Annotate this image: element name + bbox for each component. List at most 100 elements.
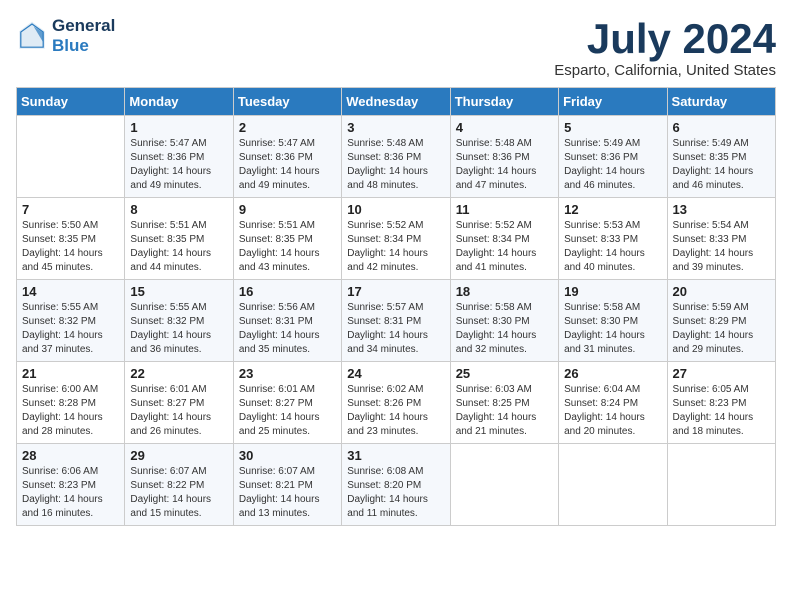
calendar-cell: 1 Sunrise: 5:47 AM Sunset: 8:36 PM Daylig… bbox=[125, 116, 233, 198]
day-number: 12 bbox=[564, 202, 661, 217]
calendar-cell: 28Sunrise: 6:06 AM Sunset: 8:23 PM Dayli… bbox=[17, 444, 125, 526]
calendar-cell: 23 Sunrise: 6:01 AM Sunset: 8:27 PM Dayli… bbox=[233, 362, 341, 444]
logo-text: General Blue bbox=[52, 16, 115, 55]
logo: General Blue bbox=[16, 16, 115, 55]
calendar-cell: 26Sunrise: 6:04 AM Sunset: 8:24 PM Dayli… bbox=[559, 362, 667, 444]
calendar-cell: 19 Sunrise: 5:58 AM Sunset: 8:30 PM Dayli… bbox=[559, 280, 667, 362]
calendar-cell: 9 Sunrise: 5:51 AM Sunset: 8:35 PM Daylig… bbox=[233, 198, 341, 280]
day-number: 15 bbox=[130, 284, 227, 299]
calendar-cell bbox=[17, 116, 125, 198]
calendar-cell: 11 Sunrise: 5:52 AM Sunset: 8:34 PM Dayli… bbox=[450, 198, 558, 280]
day-number: 18 bbox=[456, 284, 553, 299]
week-row-1: 1 Sunrise: 5:47 AM Sunset: 8:36 PM Daylig… bbox=[17, 116, 776, 198]
subtitle: Esparto, California, United States bbox=[554, 62, 776, 79]
day-number: 1 bbox=[130, 120, 227, 135]
column-header-thursday: Thursday bbox=[450, 88, 558, 116]
calendar-table: SundayMondayTuesdayWednesdayThursdayFrid… bbox=[16, 87, 776, 526]
day-info: Sunrise: 5:50 AM Sunset: 8:35 PM Dayligh… bbox=[22, 219, 119, 275]
calendar-cell: 24Sunrise: 6:02 AM Sunset: 8:26 PM Dayli… bbox=[342, 362, 450, 444]
day-number: 27 bbox=[673, 366, 770, 381]
day-info: Sunrise: 5:58 AM Sunset: 8:30 PM Dayligh… bbox=[564, 301, 661, 357]
day-info: Sunrise: 5:55 AM Sunset: 8:32 PM Dayligh… bbox=[130, 301, 227, 357]
calendar-cell: 25Sunrise: 6:03 AM Sunset: 8:25 PM Dayli… bbox=[450, 362, 558, 444]
day-number: 2 bbox=[239, 120, 336, 135]
day-info: Sunrise: 6:08 AM Sunset: 8:20 PM Dayligh… bbox=[347, 465, 444, 521]
calendar-cell: 29 Sunrise: 6:07 AM Sunset: 8:22 PM Dayli… bbox=[125, 444, 233, 526]
day-number: 5 bbox=[564, 120, 661, 135]
day-info: Sunrise: 5:49 AM Sunset: 8:36 PM Dayligh… bbox=[564, 137, 661, 193]
calendar-cell: 15 Sunrise: 5:55 AM Sunset: 8:32 PM Dayli… bbox=[125, 280, 233, 362]
calendar-cell: 8 Sunrise: 5:51 AM Sunset: 8:35 PM Daylig… bbox=[125, 198, 233, 280]
day-number: 31 bbox=[347, 448, 444, 463]
day-info: Sunrise: 5:58 AM Sunset: 8:30 PM Dayligh… bbox=[456, 301, 553, 357]
day-number: 11 bbox=[456, 202, 553, 217]
column-header-tuesday: Tuesday bbox=[233, 88, 341, 116]
day-number: 7 bbox=[22, 202, 119, 217]
column-header-wednesday: Wednesday bbox=[342, 88, 450, 116]
month-title: July 2024 bbox=[554, 16, 776, 62]
day-info: Sunrise: 6:07 AM Sunset: 8:21 PM Dayligh… bbox=[239, 465, 336, 521]
day-info: Sunrise: 5:54 AM Sunset: 8:33 PM Dayligh… bbox=[673, 219, 770, 275]
day-number: 20 bbox=[673, 284, 770, 299]
day-info: Sunrise: 5:48 AM Sunset: 8:36 PM Dayligh… bbox=[347, 137, 444, 193]
day-number: 24 bbox=[347, 366, 444, 381]
day-info: Sunrise: 5:48 AM Sunset: 8:36 PM Dayligh… bbox=[456, 137, 553, 193]
title-area: July 2024 Esparto, California, United St… bbox=[554, 16, 776, 79]
day-info: Sunrise: 5:57 AM Sunset: 8:31 PM Dayligh… bbox=[347, 301, 444, 357]
calendar-cell bbox=[450, 444, 558, 526]
calendar-cell: 13 Sunrise: 5:54 AM Sunset: 8:33 PM Dayli… bbox=[667, 198, 775, 280]
logo-icon bbox=[16, 20, 48, 52]
calendar-cell: 6Sunrise: 5:49 AM Sunset: 8:35 PM Daylig… bbox=[667, 116, 775, 198]
day-number: 9 bbox=[239, 202, 336, 217]
day-info: Sunrise: 6:01 AM Sunset: 8:27 PM Dayligh… bbox=[239, 383, 336, 439]
day-info: Sunrise: 5:59 AM Sunset: 8:29 PM Dayligh… bbox=[673, 301, 770, 357]
calendar-cell: 14Sunrise: 5:55 AM Sunset: 8:32 PM Dayli… bbox=[17, 280, 125, 362]
day-info: Sunrise: 5:47 AM Sunset: 8:36 PM Dayligh… bbox=[239, 137, 336, 193]
day-number: 29 bbox=[130, 448, 227, 463]
day-number: 22 bbox=[130, 366, 227, 381]
day-number: 30 bbox=[239, 448, 336, 463]
calendar-cell bbox=[667, 444, 775, 526]
calendar-cell: 30 Sunrise: 6:07 AM Sunset: 8:21 PM Dayli… bbox=[233, 444, 341, 526]
calendar-cell: 17Sunrise: 5:57 AM Sunset: 8:31 PM Dayli… bbox=[342, 280, 450, 362]
day-info: Sunrise: 5:52 AM Sunset: 8:34 PM Dayligh… bbox=[347, 219, 444, 275]
day-info: Sunrise: 5:51 AM Sunset: 8:35 PM Dayligh… bbox=[239, 219, 336, 275]
day-info: Sunrise: 5:47 AM Sunset: 8:36 PM Dayligh… bbox=[130, 137, 227, 193]
day-number: 19 bbox=[564, 284, 661, 299]
day-info: Sunrise: 5:49 AM Sunset: 8:35 PM Dayligh… bbox=[673, 137, 770, 193]
week-row-4: 21Sunrise: 6:00 AM Sunset: 8:28 PM Dayli… bbox=[17, 362, 776, 444]
day-info: Sunrise: 6:03 AM Sunset: 8:25 PM Dayligh… bbox=[456, 383, 553, 439]
header: General Blue July 2024 Esparto, Californ… bbox=[16, 16, 776, 79]
day-number: 4 bbox=[456, 120, 553, 135]
calendar-cell: 31 Sunrise: 6:08 AM Sunset: 8:20 PM Dayli… bbox=[342, 444, 450, 526]
day-info: Sunrise: 5:53 AM Sunset: 8:33 PM Dayligh… bbox=[564, 219, 661, 275]
calendar-header-row: SundayMondayTuesdayWednesdayThursdayFrid… bbox=[17, 88, 776, 116]
calendar-cell: 2 Sunrise: 5:47 AM Sunset: 8:36 PM Daylig… bbox=[233, 116, 341, 198]
calendar-cell: 16Sunrise: 5:56 AM Sunset: 8:31 PM Dayli… bbox=[233, 280, 341, 362]
day-number: 14 bbox=[22, 284, 119, 299]
column-header-friday: Friday bbox=[559, 88, 667, 116]
calendar-body: 1 Sunrise: 5:47 AM Sunset: 8:36 PM Daylig… bbox=[17, 116, 776, 526]
calendar-cell: 20 Sunrise: 5:59 AM Sunset: 8:29 PM Dayli… bbox=[667, 280, 775, 362]
day-info: Sunrise: 5:56 AM Sunset: 8:31 PM Dayligh… bbox=[239, 301, 336, 357]
day-info: Sunrise: 5:51 AM Sunset: 8:35 PM Dayligh… bbox=[130, 219, 227, 275]
day-info: Sunrise: 6:04 AM Sunset: 8:24 PM Dayligh… bbox=[564, 383, 661, 439]
column-header-saturday: Saturday bbox=[667, 88, 775, 116]
day-number: 8 bbox=[130, 202, 227, 217]
calendar-cell: 7 Sunrise: 5:50 AM Sunset: 8:35 PM Daylig… bbox=[17, 198, 125, 280]
calendar-cell: 3Sunrise: 5:48 AM Sunset: 8:36 PM Daylig… bbox=[342, 116, 450, 198]
calendar-cell bbox=[559, 444, 667, 526]
calendar-cell: 21Sunrise: 6:00 AM Sunset: 8:28 PM Dayli… bbox=[17, 362, 125, 444]
day-number: 28 bbox=[22, 448, 119, 463]
calendar-cell: 5 Sunrise: 5:49 AM Sunset: 8:36 PM Daylig… bbox=[559, 116, 667, 198]
column-header-monday: Monday bbox=[125, 88, 233, 116]
day-info: Sunrise: 5:52 AM Sunset: 8:34 PM Dayligh… bbox=[456, 219, 553, 275]
calendar-cell: 27Sunrise: 6:05 AM Sunset: 8:23 PM Dayli… bbox=[667, 362, 775, 444]
day-info: Sunrise: 6:07 AM Sunset: 8:22 PM Dayligh… bbox=[130, 465, 227, 521]
calendar-cell: 10Sunrise: 5:52 AM Sunset: 8:34 PM Dayli… bbox=[342, 198, 450, 280]
calendar-cell: 12 Sunrise: 5:53 AM Sunset: 8:33 PM Dayli… bbox=[559, 198, 667, 280]
day-number: 13 bbox=[673, 202, 770, 217]
day-number: 23 bbox=[239, 366, 336, 381]
week-row-3: 14 Sunrise: 5:55 AM Sunset: 8:32 PM Dayli… bbox=[17, 280, 776, 362]
calendar-cell: 4 Sunrise: 5:48 AM Sunset: 8:36 PM Daylig… bbox=[450, 116, 558, 198]
